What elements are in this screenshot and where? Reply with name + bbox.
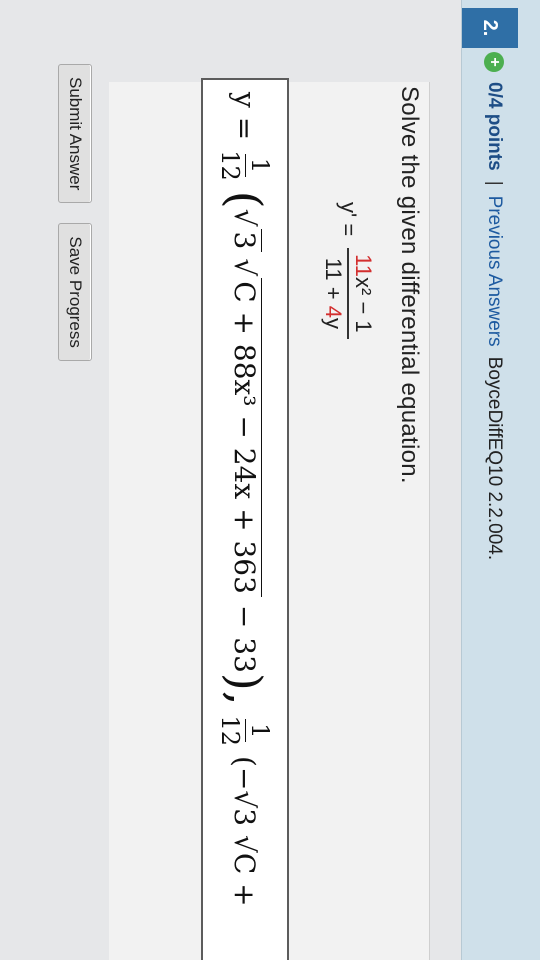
question-source: BoyceDiffEQ10 2.2.004. xyxy=(484,356,505,561)
answer-coefficient-2: 1 12 xyxy=(216,715,274,747)
previous-answers-link[interactable]: Previous Answers xyxy=(483,196,505,347)
expand-plus-icon[interactable]: + xyxy=(484,52,504,72)
radicand-inner: C + 88x³ − 24x + 363 xyxy=(228,278,262,597)
answer-second-part: (−√3 √C + xyxy=(228,756,262,907)
after-sqrt: − 33 xyxy=(228,604,262,673)
equation-denominator: 11 + 4y xyxy=(320,257,346,329)
separator: | xyxy=(484,180,505,186)
answer-coefficient: 1 12 xyxy=(216,150,274,181)
action-buttons: Submit Answer Save Progress xyxy=(58,64,92,361)
question-body: Solve the given differential equation. y… xyxy=(109,78,430,960)
sqrt-symbol: √ xyxy=(228,208,262,227)
question-meta: + 0/4 points | Previous Answers BoyceDif… xyxy=(474,52,514,560)
equation-fraction: 11x² − 1 11 + 4y xyxy=(320,248,376,339)
question-header: 2. + 0/4 points | Previous Answers Boyce… xyxy=(461,0,540,960)
open-paren: ( xyxy=(218,190,272,209)
points-label: 0/4 points xyxy=(484,82,505,171)
page: 2. + 0/4 points | Previous Answers Boyce… xyxy=(0,0,540,960)
save-progress-button[interactable]: Save Progress xyxy=(58,223,92,361)
equation-lhs: y' = xyxy=(335,202,361,237)
answer-prefix: y = xyxy=(228,92,262,141)
submit-answer-button[interactable]: Submit Answer xyxy=(58,64,92,204)
sqrt-symbol-2: √ xyxy=(228,258,262,277)
answer-input[interactable]: y = 1 12 ( √ 3 √ C + 88x³ − 24x + 363 − 33… xyxy=(201,78,289,960)
question-prompt: Solve the given differential equation. xyxy=(396,86,423,484)
given-equation: y' = 11x² − 1 11 + 4y xyxy=(320,202,376,339)
radicand-outer: 3 xyxy=(228,228,262,253)
close-paren-sep: ), xyxy=(218,672,272,706)
equation-numerator: 11x² − 1 xyxy=(346,248,376,339)
question-number: 2. xyxy=(462,8,518,48)
